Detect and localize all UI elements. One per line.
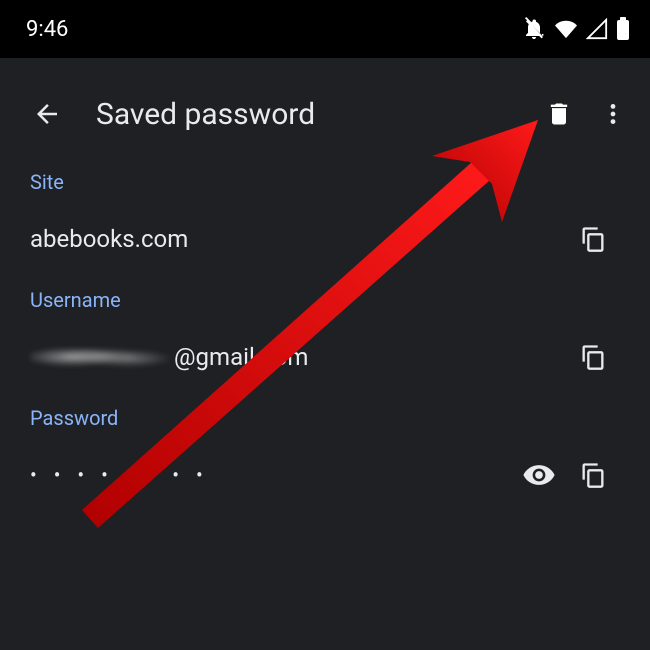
site-label: Site: [30, 170, 620, 194]
page-title: Saved password: [96, 97, 532, 132]
back-button[interactable]: [20, 87, 74, 141]
app-bar: Saved password: [0, 80, 650, 148]
password-label: Password: [30, 406, 620, 430]
site-section: Site abebooks.com: [0, 148, 650, 266]
wifi-icon: [554, 18, 578, 40]
username-suffix: @gmail.com: [174, 343, 308, 371]
more-vert-icon: [600, 101, 626, 127]
battery-icon: [616, 17, 630, 41]
status-time: 9:46: [26, 17, 68, 42]
copy-icon: [579, 343, 607, 371]
username-value[interactable]: @gmail.com: [30, 343, 566, 371]
copy-username-button[interactable]: [566, 330, 620, 384]
status-icons: [522, 17, 630, 41]
copy-icon: [579, 225, 607, 253]
arrow-back-icon: [32, 99, 62, 129]
status-bar: 9:46: [0, 0, 650, 58]
password-section: Password • • • • • • • •: [0, 384, 650, 502]
delete-button[interactable]: [532, 87, 586, 141]
redacted-smudge: [30, 343, 170, 371]
username-label: Username: [30, 288, 620, 312]
trash-icon: [545, 100, 573, 128]
password-value[interactable]: • • • • • • • •: [30, 463, 512, 487]
username-section: Username @gmail.com: [0, 266, 650, 384]
more-button[interactable]: [586, 87, 640, 141]
show-password-button[interactable]: [512, 448, 566, 502]
copy-site-button[interactable]: [566, 212, 620, 266]
app-content: Saved password Site abebooks.com: [0, 58, 650, 650]
signal-icon: [586, 18, 608, 40]
copy-password-button[interactable]: [566, 448, 620, 502]
dnd-off-icon: [522, 17, 546, 41]
copy-icon: [579, 461, 607, 489]
site-value[interactable]: abebooks.com: [30, 225, 566, 253]
eye-icon: [522, 458, 556, 492]
